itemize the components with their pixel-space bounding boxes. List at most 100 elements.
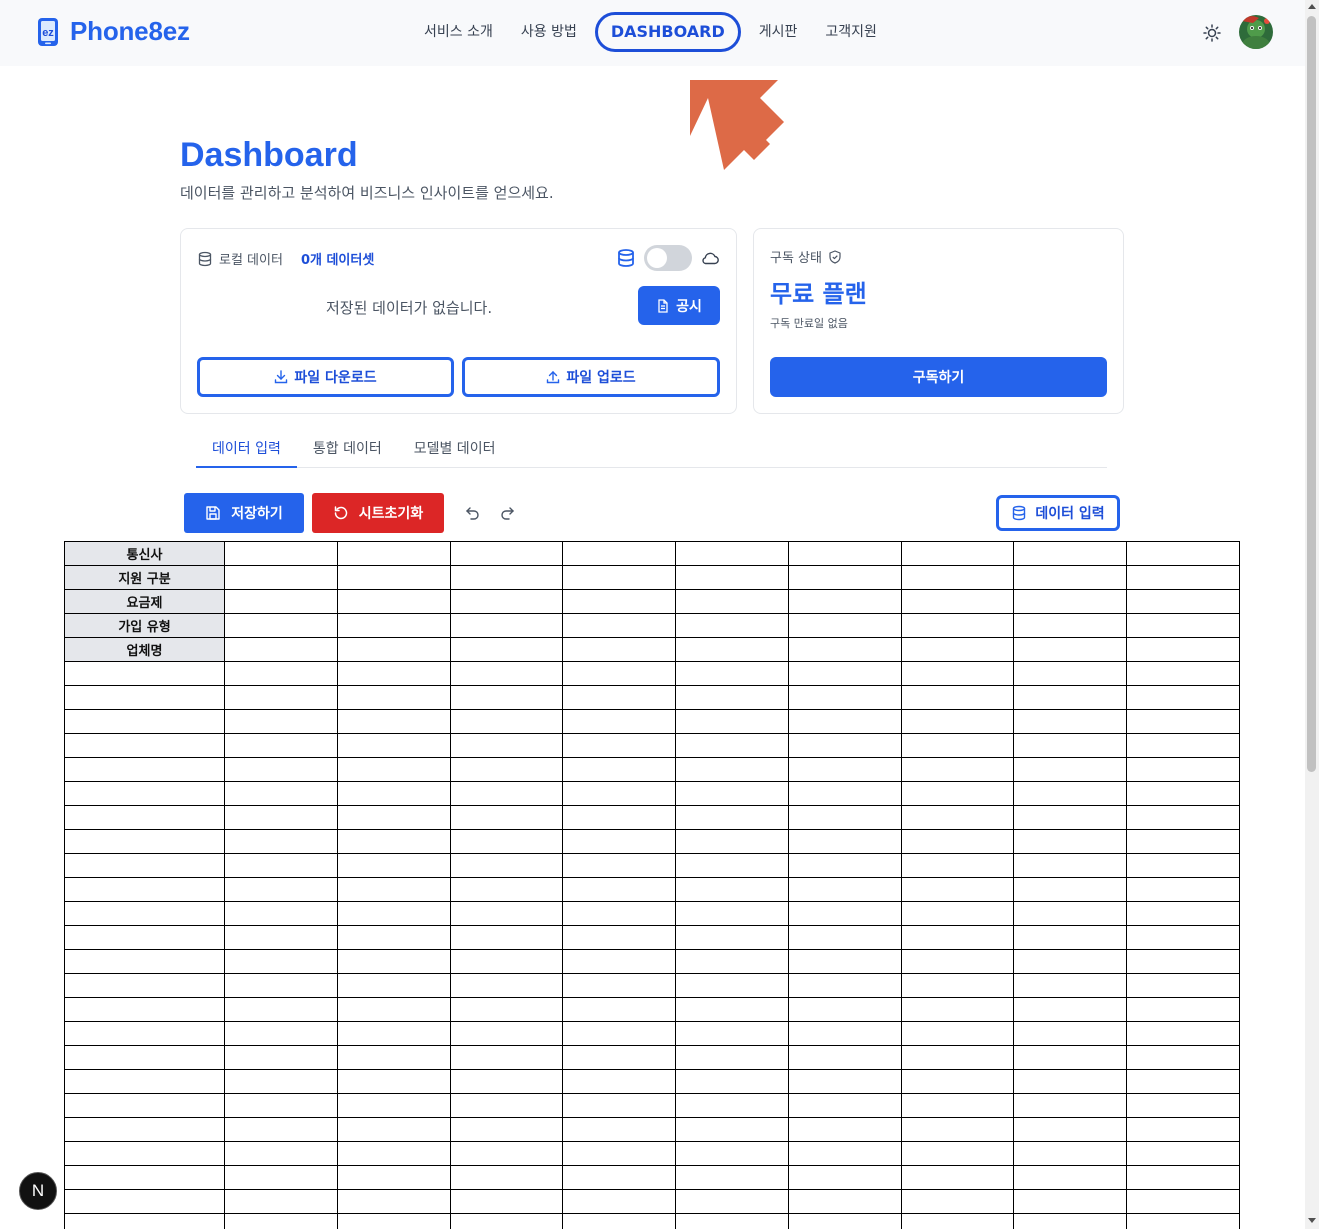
sheet-cell[interactable] [64, 925, 225, 950]
sheet-cell[interactable] [1013, 1117, 1127, 1142]
sheet-cell[interactable] [64, 1141, 225, 1166]
sheet-row-header[interactable]: 업체명 [64, 637, 225, 662]
sheet-cell[interactable] [450, 1021, 563, 1046]
sheet-cell[interactable] [1126, 1093, 1240, 1118]
sheet-cell[interactable] [337, 901, 451, 926]
sheet-cell[interactable] [224, 829, 338, 854]
sheet-cell[interactable] [901, 901, 1014, 926]
sheet-cell[interactable] [562, 949, 676, 974]
sheet-cell[interactable] [224, 853, 338, 878]
sheet-cell[interactable] [337, 637, 451, 662]
sheet-cell[interactable] [901, 757, 1014, 782]
sheet-cell[interactable] [675, 1069, 789, 1094]
sheet-cell[interactable] [64, 1117, 225, 1142]
nav-support[interactable]: 고객지원 [811, 12, 891, 52]
sheet-cell[interactable] [675, 781, 789, 806]
sheet-cell[interactable] [562, 1021, 676, 1046]
sun-icon[interactable] [1201, 22, 1223, 44]
sheet-cell[interactable] [450, 661, 563, 686]
sheet-cell[interactable] [901, 613, 1014, 638]
sheet-cell[interactable] [562, 661, 676, 686]
sheet-cell[interactable] [1013, 709, 1127, 734]
sheet-cell[interactable] [1126, 661, 1240, 686]
sheet-cell[interactable] [224, 685, 338, 710]
sheet-cell[interactable] [675, 1117, 789, 1142]
sheet-cell[interactable] [1013, 1213, 1127, 1229]
sheet-cell[interactable] [675, 805, 789, 830]
sheet-cell[interactable] [901, 589, 1014, 614]
sheet-cell[interactable] [788, 709, 902, 734]
sheet-cell[interactable] [1013, 685, 1127, 710]
sheet-cell[interactable] [788, 565, 902, 590]
sheet-cell[interactable] [901, 1189, 1014, 1214]
sheet-cell[interactable] [450, 1093, 563, 1118]
sheet-cell[interactable] [450, 1141, 563, 1166]
sheet-cell[interactable] [901, 805, 1014, 830]
sheet-cell[interactable] [788, 589, 902, 614]
sheet-cell[interactable] [64, 877, 225, 902]
sheet-cell[interactable] [788, 1093, 902, 1118]
sheet-cell[interactable] [901, 829, 1014, 854]
sheet-cell[interactable] [224, 613, 338, 638]
sheet-cell[interactable] [562, 541, 676, 566]
sheet-cell[interactable] [788, 541, 902, 566]
sheet-cell[interactable] [64, 733, 225, 758]
sheet-cell[interactable] [337, 829, 451, 854]
sheet-cell[interactable] [1126, 565, 1240, 590]
sheet-cell[interactable] [788, 1069, 902, 1094]
sheet-cell[interactable] [562, 877, 676, 902]
sheet-cell[interactable] [901, 709, 1014, 734]
sheet-cell[interactable] [675, 853, 789, 878]
sheet-cell[interactable] [224, 757, 338, 782]
sheet-cell[interactable] [901, 925, 1014, 950]
sheet-cell[interactable] [337, 1021, 451, 1046]
sheet-cell[interactable] [562, 829, 676, 854]
sheet-cell[interactable] [562, 973, 676, 998]
sheet-cell[interactable] [450, 805, 563, 830]
sheet-cell[interactable] [675, 757, 789, 782]
sheet-cell[interactable] [1013, 781, 1127, 806]
sheet-cell[interactable] [562, 1213, 676, 1229]
sheet-cell[interactable] [450, 709, 563, 734]
sheet-cell[interactable] [901, 1045, 1014, 1070]
file-download-button[interactable]: 파일 다운로드 [197, 357, 454, 397]
sheet-cell[interactable] [64, 709, 225, 734]
sheet-cell[interactable] [64, 997, 225, 1022]
nav-how-to-use[interactable]: 사용 방법 [507, 12, 591, 52]
sheet-cell[interactable] [901, 1141, 1014, 1166]
sheet-cell[interactable] [337, 925, 451, 950]
sheet-cell[interactable] [788, 1141, 902, 1166]
sheet-cell[interactable] [675, 1021, 789, 1046]
sheet-cell[interactable] [450, 829, 563, 854]
sheet-cell[interactable] [562, 685, 676, 710]
sheet-cell[interactable] [64, 757, 225, 782]
data-input-button[interactable]: 데이터 입력 [996, 495, 1120, 531]
sheet-cell[interactable] [788, 685, 902, 710]
sheet-cell[interactable] [64, 853, 225, 878]
sheet-cell[interactable] [1013, 589, 1127, 614]
subscribe-button[interactable]: 구독하기 [770, 357, 1107, 397]
sheet-cell[interactable] [901, 565, 1014, 590]
sheet-cell[interactable] [337, 1141, 451, 1166]
sheet-cell[interactable] [224, 661, 338, 686]
sheet-cell[interactable] [224, 541, 338, 566]
sheet-cell[interactable] [788, 613, 902, 638]
sheet-cell[interactable] [675, 565, 789, 590]
sheet-cell[interactable] [64, 949, 225, 974]
sheet-cell[interactable] [675, 637, 789, 662]
sheet-cell[interactable] [337, 733, 451, 758]
sheet-cell[interactable] [788, 829, 902, 854]
sheet-cell[interactable] [450, 589, 563, 614]
sheet-cell[interactable] [64, 1045, 225, 1070]
sheet-cell[interactable] [450, 1213, 563, 1229]
tab-merged-data[interactable]: 통합 데이터 [297, 432, 398, 468]
nav-service-intro[interactable]: 서비스 소개 [410, 12, 507, 52]
sheet-cell[interactable] [450, 565, 563, 590]
sheet-cell[interactable] [675, 541, 789, 566]
sheet-cell[interactable] [901, 541, 1014, 566]
sheet-cell[interactable] [224, 1117, 338, 1142]
sheet-cell[interactable] [450, 1189, 563, 1214]
sheet-cell[interactable] [788, 1021, 902, 1046]
sheet-cell[interactable] [675, 661, 789, 686]
sheet-cell[interactable] [901, 685, 1014, 710]
